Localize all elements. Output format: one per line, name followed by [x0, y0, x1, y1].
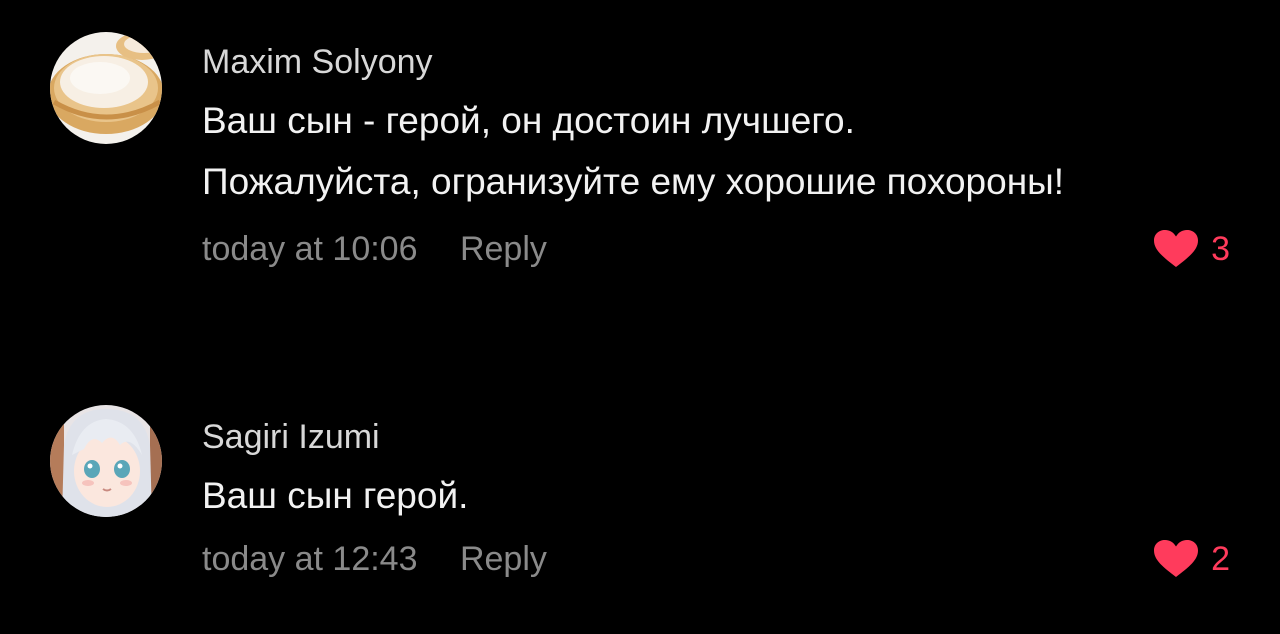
- comment-meta: today at 12:43 Reply 2: [202, 534, 1240, 584]
- comment-text: Ваш сын герой.: [202, 475, 469, 516]
- like-count: 3: [1211, 230, 1230, 268]
- comment-author[interactable]: Sagiri Izumi: [202, 413, 1240, 461]
- heart-icon: [1154, 230, 1199, 267]
- comment: Sagiri Izumi Ваш сын герой. today at 12:…: [0, 385, 1280, 605]
- comment: Maxim Solyony Ваш сын - герой, он достои…: [0, 0, 1280, 340]
- pastry-avatar-icon: [50, 32, 162, 144]
- like-button[interactable]: 2: [1153, 534, 1230, 584]
- comment-timestamp: today at 12:43: [202, 540, 418, 578]
- comment-author[interactable]: Maxim Solyony: [202, 38, 1240, 86]
- like-button[interactable]: 3: [1153, 224, 1230, 274]
- avatar[interactable]: [50, 32, 162, 144]
- anime-girl-avatar-icon: [50, 405, 162, 517]
- reply-button[interactable]: Reply: [460, 534, 547, 584]
- comment-content: Maxim Solyony Ваш сын - герой, он достои…: [202, 38, 1240, 274]
- comment-text: Ваш сын - герой, он достоин лучшего. Пож…: [202, 100, 1065, 202]
- avatar[interactable]: [50, 405, 162, 517]
- comment-meta: today at 10:06 Reply 3: [202, 224, 1240, 274]
- comment-timestamp: today at 10:06: [202, 230, 418, 268]
- like-count: 2: [1211, 540, 1230, 578]
- heart-icon: [1154, 540, 1199, 577]
- reply-button[interactable]: Reply: [460, 224, 547, 274]
- comment-content: Sagiri Izumi Ваш сын герой. today at 12:…: [202, 413, 1240, 584]
